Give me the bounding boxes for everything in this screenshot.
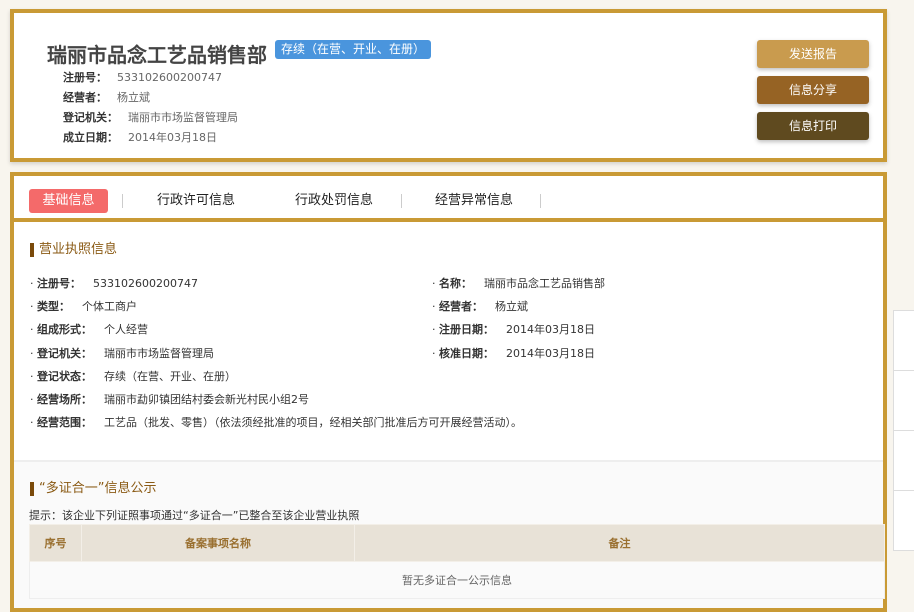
field-label: 注册号： — [37, 277, 81, 290]
multi-cert-section: “多证合一”信息公示 提示：该企业下列证照事项通过“多证合一”已整合至该企业营业… — [14, 460, 885, 608]
company-name: 瑞丽市品念工艺品销售部 — [47, 43, 267, 67]
field-label: 登记状态： — [37, 370, 92, 383]
info-operator: 经营者： 杨立斌 — [63, 89, 150, 105]
field-label: 组成形式： — [37, 323, 92, 336]
divider — [122, 194, 123, 208]
col-header: 备案事项名称 — [81, 524, 355, 562]
field-label: 经营场所： — [37, 393, 92, 406]
float-item[interactable] — [894, 431, 914, 491]
value: 杨立斌 — [117, 91, 150, 104]
col-header: 备注 — [354, 524, 885, 562]
field: · 经营范围： 工艺品（批发、零售）（依法须经批准的项目，经相关部门批准后方可开展… — [30, 416, 522, 429]
label: 注册号： — [63, 71, 107, 84]
status-badge: 存续（在营、开业、在册） — [275, 40, 432, 59]
value: 2014年03月18日 — [128, 131, 217, 144]
divider — [401, 194, 402, 208]
main-panel: 基础信息 行政许可信息 行政处罚信息 经营异常信息 营业执照信息 · 注册号： 5… — [10, 172, 887, 612]
field: · 经营者： 杨立斌 — [432, 300, 528, 313]
tab-basic[interactable]: 基础信息 — [29, 189, 108, 213]
field-value: 存续（在营、开业、在册） — [104, 370, 236, 383]
field-value: 2014年03月18日 — [506, 323, 595, 336]
field: · 经营场所： 瑞丽市勐卯镇团结村委会新光村民小组2号 — [30, 393, 309, 406]
field-value: 瑞丽市市场监督管理局 — [104, 347, 214, 360]
field: · 注册号： 533102600200747 — [30, 277, 198, 290]
print-button[interactable]: 信息打印 — [757, 112, 869, 140]
field-value: 瑞丽市品念工艺品销售部 — [484, 277, 605, 290]
field: · 核准日期： 2014年03月18日 — [432, 347, 595, 360]
tab-license[interactable]: 行政许可信息 — [146, 189, 246, 213]
field-value: 个人经营 — [104, 323, 148, 336]
field: · 名称： 瑞丽市品念工艺品销售部 — [432, 277, 605, 290]
multi-cert-table: 序号 备案事项名称 备注 暂无多证合一公示信息 — [29, 524, 885, 599]
label: 登记机关： — [63, 111, 118, 124]
tab-bar: 基础信息 行政许可信息 行政处罚信息 经营异常信息 — [14, 176, 883, 222]
hint-text: 提示：该企业下列证照事项通过“多证合一”已整合至该企业营业执照 — [29, 509, 360, 522]
section-title: 营业执照信息 — [30, 243, 117, 257]
tab-abnormal[interactable]: 经营异常信息 — [424, 189, 524, 213]
field: · 登记状态： 存续（在营、开业、在册） — [30, 370, 236, 383]
field: · 组成形式： 个人经营 — [30, 323, 148, 336]
field-label: 类型： — [37, 300, 70, 313]
field-value: 杨立斌 — [495, 300, 528, 313]
empty-message: 暂无多证合一公示信息 — [29, 561, 885, 599]
field: · 类型： 个体工商户 — [30, 300, 137, 313]
label: 经营者： — [63, 91, 107, 104]
company-header: 瑞丽市品念工艺品销售部 存续（在营、开业、在册） 注册号： 53310260020… — [10, 9, 887, 162]
field-label: 登记机关： — [37, 347, 92, 360]
field-label: 核准日期： — [439, 347, 494, 360]
divider — [540, 194, 541, 208]
info-founded: 成立日期： 2014年03月18日 — [63, 129, 217, 145]
value: 533102600200747 — [117, 71, 222, 84]
floating-sidebar[interactable] — [893, 310, 914, 551]
field-value: 2014年03月18日 — [506, 347, 595, 360]
field-value: 瑞丽市勐卯镇团结村委会新光村民小组2号 — [104, 393, 309, 406]
col-header: 序号 — [29, 524, 82, 562]
field-value: 533102600200747 — [93, 277, 198, 290]
value: 瑞丽市市场监督管理局 — [128, 111, 238, 124]
field: · 注册日期： 2014年03月18日 — [432, 323, 595, 336]
field-label: 名称： — [439, 277, 472, 290]
field-label: 经营范围： — [37, 416, 92, 429]
send-report-button[interactable]: 发送报告 — [757, 40, 869, 68]
float-item[interactable] — [894, 311, 914, 371]
field-label: 注册日期： — [439, 323, 494, 336]
field-value: 个体工商户 — [82, 300, 137, 313]
field-label: 经营者： — [439, 300, 483, 313]
share-button[interactable]: 信息分享 — [757, 76, 869, 104]
info-authority: 登记机关： 瑞丽市市场监督管理局 — [63, 109, 238, 125]
label: 成立日期： — [63, 131, 118, 144]
float-item[interactable] — [894, 371, 914, 431]
section-title: “多证合一”信息公示 — [30, 482, 156, 496]
field: · 登记机关： 瑞丽市市场监督管理局 — [30, 347, 214, 360]
tab-penalty[interactable]: 行政处罚信息 — [284, 189, 384, 213]
info-reg-no: 注册号： 533102600200747 — [63, 69, 222, 85]
field-value: 工艺品（批发、零售）（依法须经批准的项目，经相关部门批准后方可开展经营活动）。 — [104, 416, 522, 429]
